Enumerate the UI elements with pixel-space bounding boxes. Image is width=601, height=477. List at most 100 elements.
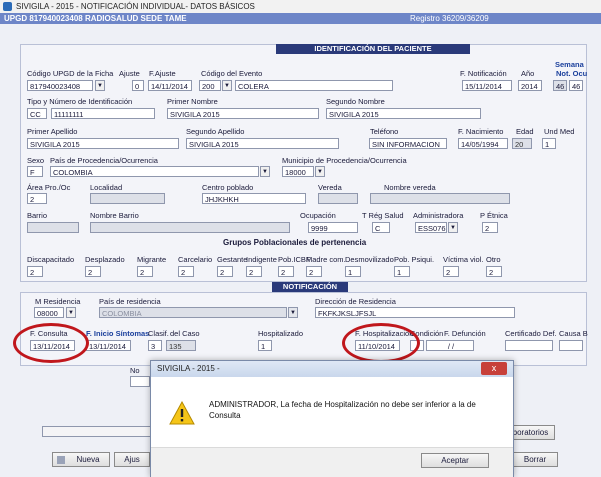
codigo-upgd-field[interactable]: 817940023408 — [27, 80, 93, 91]
grupo-field[interactable]: 1 — [394, 266, 410, 277]
del-caso-field: 135 — [166, 340, 196, 351]
pais-proc-field[interactable]: COLOMBIA — [50, 166, 259, 177]
centro-poblado-label: Centro poblado — [202, 183, 254, 192]
vereda-label: Vereda — [318, 183, 342, 192]
edad-label: Edad — [516, 127, 534, 136]
app-icon — [3, 2, 12, 11]
codigo-upgd-dropdown[interactable]: ▼ — [95, 80, 105, 91]
upgd-band: UPGD 817940023408 RADIOSALUD SEDE TAME R… — [0, 13, 601, 24]
tipo-id-label: Tipo y Número de Identificación — [27, 97, 133, 106]
und-med-field[interactable]: 1 — [542, 138, 556, 149]
administradora-field[interactable]: ESS076 — [415, 222, 447, 233]
window-titlebar: SIVIGILA - 2015 - NOTIFICACIÓN INDIVIDUA… — [0, 0, 601, 14]
tipo-id-field[interactable]: CC — [27, 108, 47, 119]
nombre-barrio-label: Nombre Barrio — [90, 211, 139, 220]
centro-poblado-field[interactable]: JHJKHKH — [202, 193, 306, 204]
grupo-field[interactable]: 2 — [85, 266, 101, 277]
semana-label: Semana — [555, 60, 584, 69]
primer-apellido-field[interactable]: SIVIGILA 2015 — [27, 138, 179, 149]
pais-residencia-label: País de residencia — [99, 297, 161, 306]
certificado-field[interactable] — [505, 340, 553, 351]
nueva-button[interactable]: Nueva — [52, 452, 110, 467]
dialog-close-button[interactable]: x — [481, 362, 507, 375]
certificado-label: Certificado Def. — [505, 329, 557, 338]
f-ajuste-label: F.Ajuste — [149, 69, 176, 78]
grupo-field[interactable]: 2 — [217, 266, 233, 277]
telefono-field[interactable]: SIN INFORMACION — [369, 138, 447, 149]
codigo-evento-field[interactable]: 200 — [199, 80, 221, 91]
nota-partial-label: No — [130, 366, 140, 375]
administradora-label: Administradora — [413, 211, 464, 220]
sexo-label: Sexo — [27, 156, 45, 165]
grupo-label: Gestante — [217, 255, 248, 264]
segundo-apellido-field[interactable]: SIVIGILA 2015 — [186, 138, 339, 149]
primer-apellido-label: Primer Apellido — [27, 127, 78, 136]
grupo-field[interactable]: 2 — [178, 266, 194, 277]
f-notificacion-field[interactable]: 15/11/2014 — [462, 80, 512, 91]
p-etnica-field[interactable]: 2 — [482, 222, 498, 233]
municipio-field[interactable]: 18000 — [282, 166, 314, 177]
m-residencia-field[interactable]: 08000 — [34, 307, 64, 318]
annotation-circle-consulta — [13, 323, 89, 363]
m-residencia-dropdown[interactable]: ▼ — [66, 307, 76, 318]
codigo-evento-label: Código del Evento — [201, 69, 263, 78]
barrio-label: Barrio — [27, 211, 48, 220]
grupo-field[interactable]: 2 — [246, 266, 262, 277]
hospitalizado-field[interactable]: 1 — [258, 340, 272, 351]
grupo-field[interactable]: 2 — [306, 266, 322, 277]
nota-partial-field — [130, 376, 150, 387]
primer-nombre-field[interactable]: SIVIGILA 2015 — [167, 108, 319, 119]
municipio-dropdown[interactable]: ▼ — [315, 166, 325, 177]
direccion-field[interactable]: FKFKJKSLJFSJL — [315, 307, 515, 318]
grupos-title: Grupos Poblacionales de pertenencia — [223, 238, 367, 247]
grupo-field[interactable]: 2 — [137, 266, 153, 277]
anio-label: Año — [521, 69, 535, 78]
t-reg-salud-field[interactable]: C — [372, 222, 390, 233]
f-inicio-field[interactable]: 13/11/2014 — [86, 340, 131, 351]
area-field[interactable]: 2 — [27, 193, 47, 204]
grupo-field[interactable]: 2 — [27, 266, 43, 277]
f-inicio-label: F. Inicio Síntomas — [86, 329, 150, 338]
segundo-nombre-field[interactable]: SIVIGILA 2015 — [326, 108, 481, 119]
sexo-field[interactable]: F — [27, 166, 43, 177]
grupo-field[interactable]: 1 — [345, 266, 361, 277]
grupo-field[interactable]: 2 — [278, 266, 294, 277]
semana-ocu-field[interactable]: 46 — [569, 80, 583, 91]
causa-field[interactable] — [559, 340, 583, 351]
grupo-label: Víctima viol. — [443, 255, 484, 264]
codigo-evento-dropdown[interactable]: ▼ — [222, 80, 232, 91]
primer-nombre-label: Primer Nombre — [167, 97, 218, 106]
administradora-dropdown[interactable]: ▼ — [448, 222, 458, 233]
codigo-upgd-label: Código UPGD de la Ficha — [27, 69, 114, 78]
ocupacion-label: Ocupación — [300, 211, 336, 220]
aceptar-button[interactable]: Aceptar — [421, 453, 489, 468]
ajuste-button[interactable]: Ajus — [114, 452, 150, 467]
pais-proc-dropdown[interactable]: ▼ — [260, 166, 270, 177]
m-residencia-label: M Residencia — [35, 297, 81, 306]
f-defuncion-field[interactable]: / / — [426, 340, 474, 351]
grupo-field[interactable]: 2 — [486, 266, 502, 277]
hospitalizado-label: Hospitalizado — [258, 329, 304, 338]
registro-label: Registro 36209/36209 — [410, 14, 489, 23]
grupo-label: Migrante — [137, 255, 167, 264]
f-ajuste-field[interactable]: 14/11/2014 — [148, 80, 192, 91]
f-defuncion-label: F. Defunción — [444, 329, 486, 338]
del-caso-label: del Caso — [170, 329, 200, 338]
clasif-field[interactable]: 3 — [148, 340, 162, 351]
notificacion-header: NOTIFICACIÓN — [272, 282, 348, 292]
ajuste-field[interactable]: 0 — [132, 80, 144, 91]
nombre-vereda-field — [370, 193, 510, 204]
grupo-field[interactable]: 2 — [443, 266, 459, 277]
dialog-message: ADMINISTRADOR, La fecha de Hospitalizaci… — [209, 400, 476, 420]
semana-not-field: 46 — [553, 80, 567, 91]
pais-proc-label: País de Procedencia/Ocurrencia — [50, 156, 158, 165]
ocupacion-field[interactable]: 9999 — [308, 222, 358, 233]
borrar-button[interactable]: Borrar — [512, 452, 558, 467]
area-label: Área Pro./Oc — [27, 183, 71, 192]
numero-id-field[interactable]: 11111111 — [51, 108, 155, 119]
anio-field: 2014 — [518, 80, 542, 91]
upgd-label: UPGD 817940023408 RADIOSALUD SEDE TAME — [4, 14, 187, 23]
f-nacimiento-field[interactable]: 14/05/1994 — [458, 138, 508, 149]
segundo-apellido-label: Segundo Apellido — [186, 127, 245, 136]
causa-label: Causa B — [559, 329, 588, 338]
